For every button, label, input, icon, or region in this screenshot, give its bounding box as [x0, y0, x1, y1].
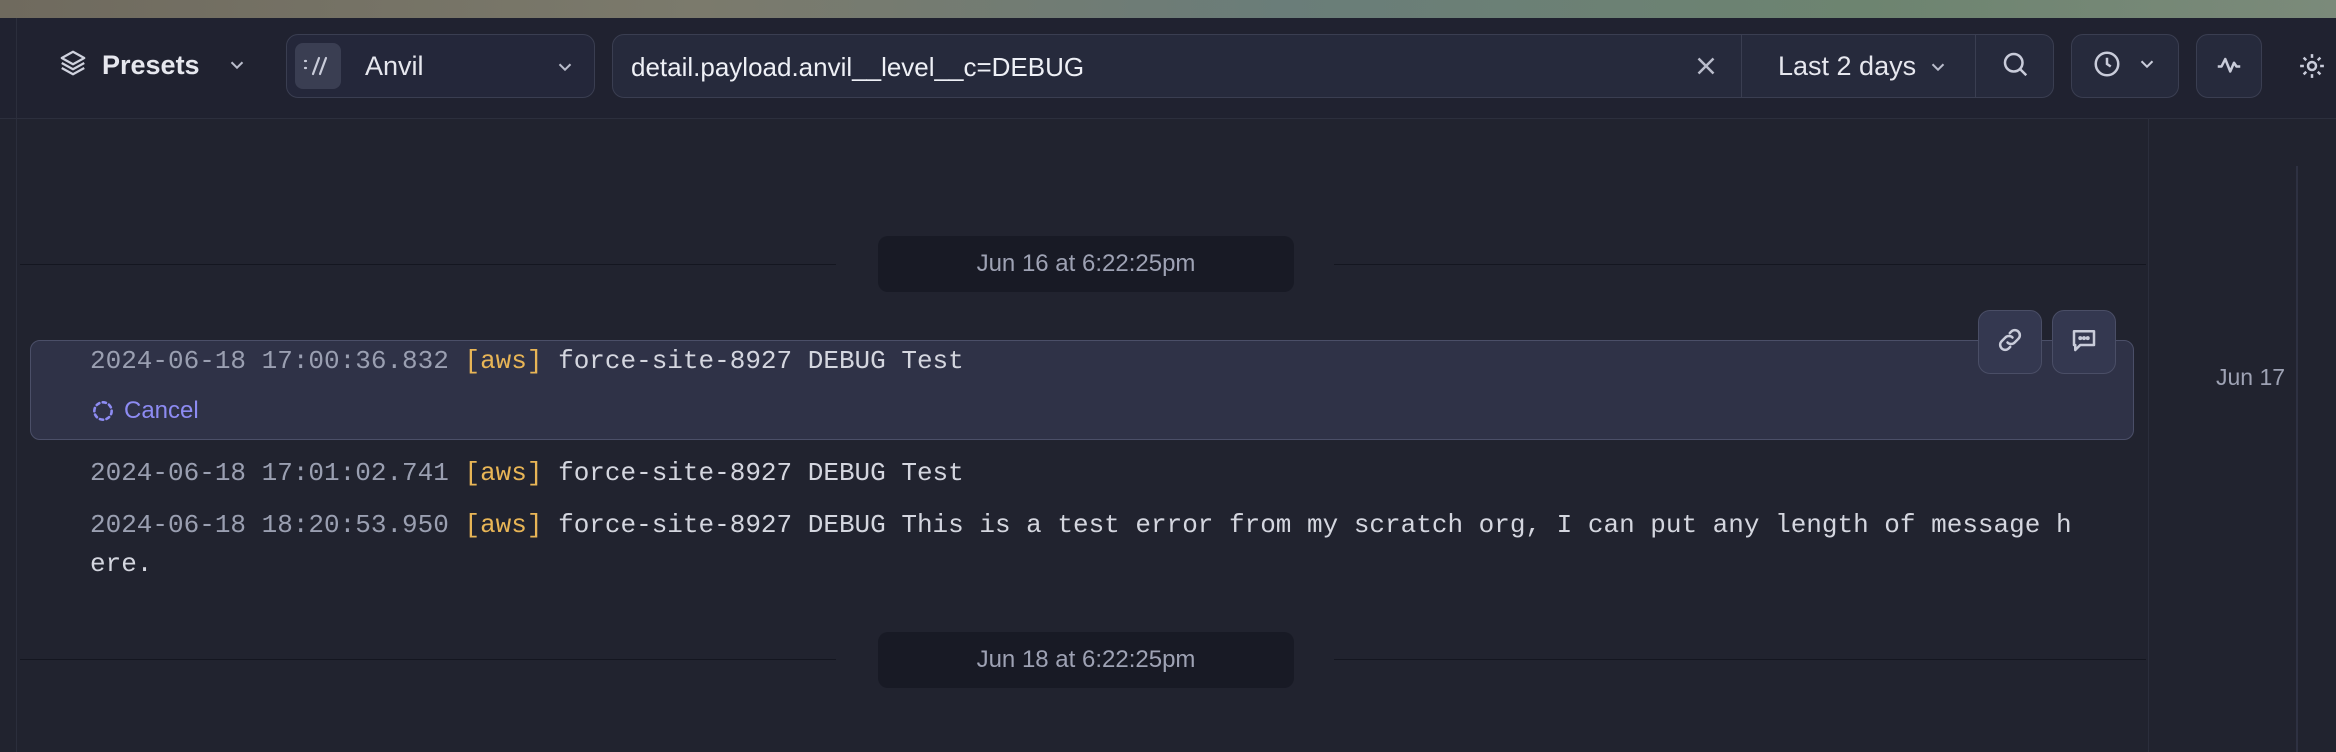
copy-link-button[interactable]: [1978, 310, 2042, 374]
comment-icon: [2069, 325, 2099, 360]
log-source: [aws]: [464, 510, 543, 540]
date-divider-pill: Jun 18 at 6:22:25pm: [878, 632, 1294, 688]
log-timestamp: 2024-06-18 17:00:36.832: [90, 346, 449, 376]
timeline-date-label: Jun 17: [2216, 364, 2286, 390]
timeline-panel-border: [2148, 118, 2149, 752]
log-line-wrap: ere.: [90, 545, 152, 584]
log-message-continuation: ere.: [90, 549, 153, 579]
chevron-down-icon: [1927, 56, 1949, 83]
chevron-down-icon: [226, 54, 248, 76]
date-divider-line: [1334, 659, 2146, 660]
date-divider-line: [20, 264, 836, 265]
time-options-button[interactable]: [2071, 34, 2179, 98]
log-timestamp: 2024-06-18 18:20:53.950: [90, 510, 449, 540]
chevron-down-icon: [2136, 53, 2158, 80]
log-message: force-site-8927 DEBUG Test: [558, 458, 964, 488]
log-source: [aws]: [464, 346, 543, 376]
log-message: force-site-8927 DEBUG This is a test err…: [558, 510, 2072, 540]
source-selector[interactable]: Anvil: [286, 34, 595, 98]
clock-icon: [2092, 49, 2122, 84]
anvil-logo-icon: [295, 43, 341, 89]
chevron-down-icon: [554, 56, 576, 83]
settings-button[interactable]: [2292, 48, 2332, 88]
layers-icon: [58, 48, 88, 83]
log-timestamp: 2024-06-18 17:01:02.741: [90, 458, 449, 488]
link-icon: [1995, 325, 2025, 360]
log-line[interactable]: 2024-06-18 18:20:53.950 [aws] force-site…: [90, 506, 2072, 545]
source-label: Anvil: [365, 50, 424, 81]
log-source: [aws]: [464, 458, 543, 488]
window-top-strip: [0, 0, 2336, 18]
cancel-button[interactable]: Cancel: [90, 397, 199, 425]
pulse-icon: [2214, 49, 2244, 84]
date-divider-line: [1334, 264, 2146, 265]
query-input[interactable]: [629, 35, 1673, 99]
gear-icon: [2297, 51, 2327, 86]
log-message: force-site-8927 DEBUG Test: [558, 346, 964, 376]
live-tail-button[interactable]: [2196, 34, 2262, 98]
log-line[interactable]: 2024-06-18 17:01:02.741 [aws] force-site…: [90, 454, 964, 493]
log-line[interactable]: 2024-06-18 17:00:36.832 [aws] force-site…: [90, 342, 964, 381]
time-range-label: Last 2 days: [1778, 50, 1917, 81]
time-range-selector[interactable]: Last 2 days: [1741, 35, 1975, 97]
spinner-icon: [90, 398, 116, 424]
cancel-label: Cancel: [124, 397, 199, 424]
date-divider-pill: Jun 16 at 6:22:25pm: [878, 236, 1294, 292]
comment-button[interactable]: [2052, 310, 2116, 374]
clear-icon[interactable]: [1691, 51, 1721, 86]
date-divider-line: [20, 659, 836, 660]
search-icon: [2000, 49, 2030, 84]
search-button[interactable]: [1975, 35, 2055, 97]
query-bar: Last 2 days: [612, 34, 2055, 99]
left-rail: [0, 18, 17, 752]
presets-button[interactable]: Presets: [58, 32, 258, 98]
timeline-track: [2296, 166, 2298, 752]
presets-label: Presets: [102, 49, 200, 80]
